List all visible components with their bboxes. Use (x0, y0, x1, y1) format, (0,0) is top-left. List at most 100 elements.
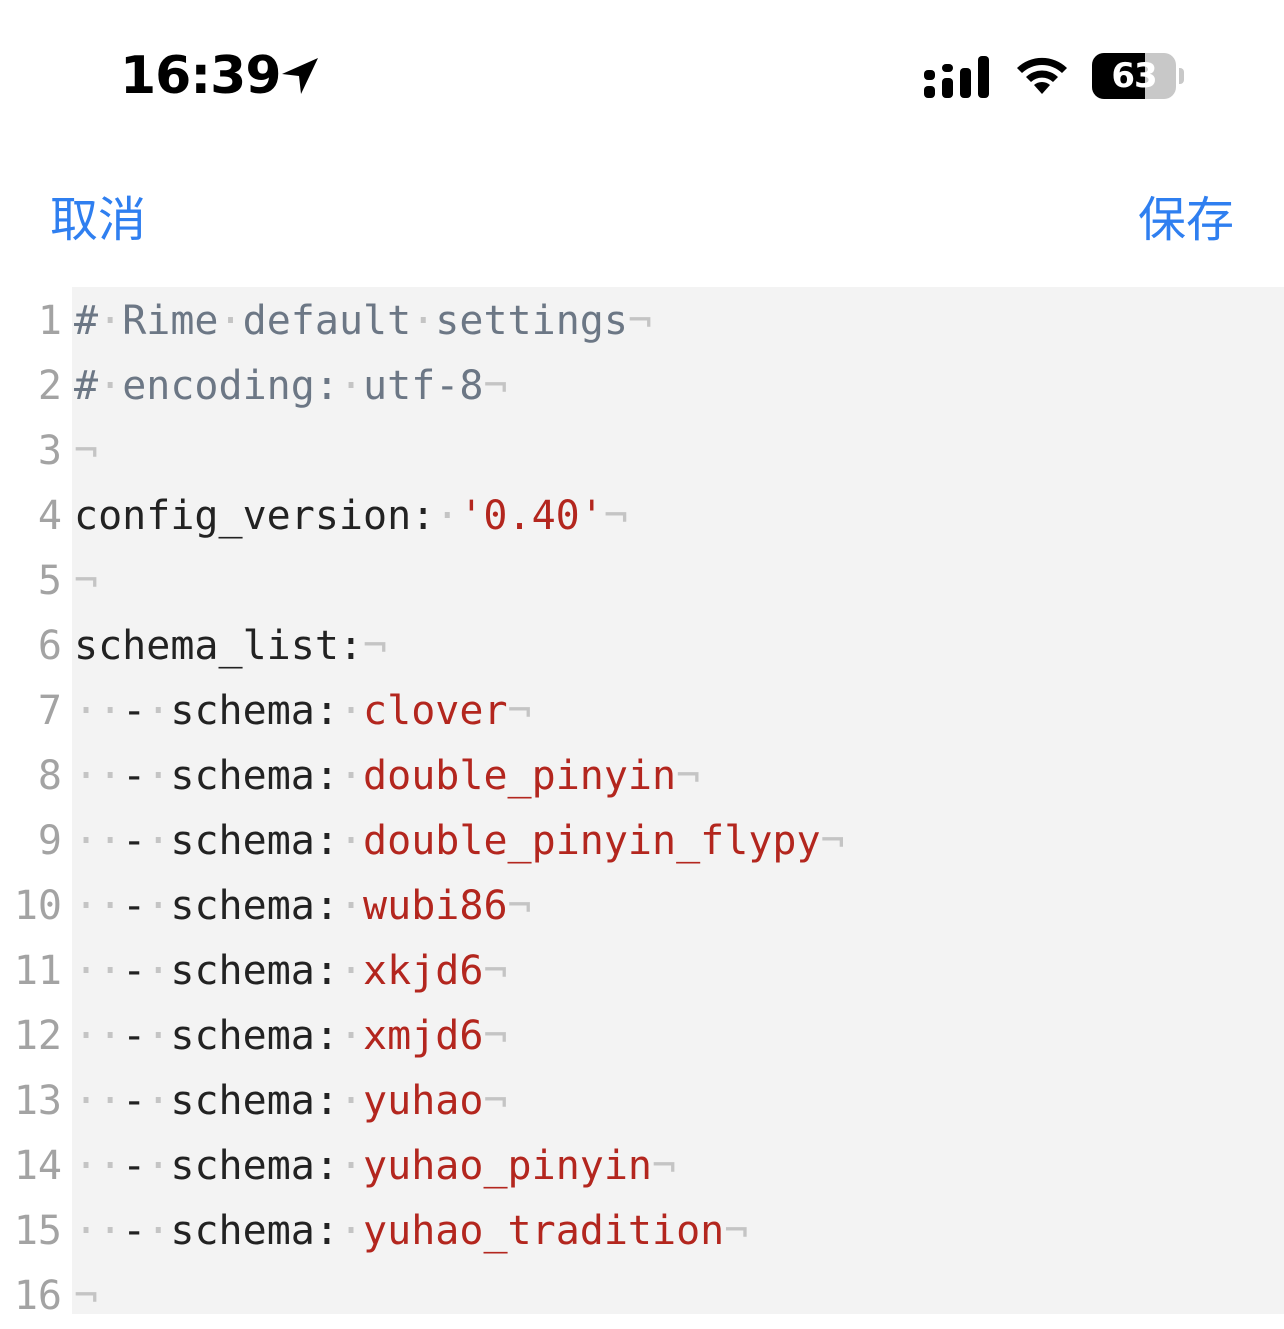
string-token: xmjd6 (363, 1013, 484, 1059)
comment-token: # (74, 298, 99, 344)
key-token: schema: (170, 818, 339, 864)
whitespace-marker: ·· (74, 818, 123, 864)
line-content[interactable]: ··-·schema:·clover¬ (74, 679, 532, 744)
line-content[interactable]: ··-·schema:·yuhao¬ (74, 1069, 508, 1134)
comment-token: settings (435, 298, 628, 344)
line-end-marker: ¬ (603, 493, 628, 539)
line-end-marker: ¬ (507, 883, 532, 929)
key-token: - (122, 1208, 147, 1254)
line-end-marker: ¬ (652, 1143, 677, 1189)
code-line[interactable]: 3 ¬ (0, 419, 1284, 484)
line-number: 14 (13, 1143, 62, 1189)
line-content[interactable]: #·Rime·default·settings¬ (74, 289, 652, 354)
line-number: 16 (13, 1273, 62, 1319)
line-end-marker: ¬ (627, 298, 653, 344)
code-line[interactable]: 13 ··-·schema:·yuhao¬ (0, 1069, 1284, 1134)
line-content[interactable]: ··-·schema:·double_pinyin¬ (74, 744, 700, 809)
whitespace-marker: ·· (74, 688, 123, 734)
whitespace-marker: · (146, 1208, 171, 1254)
whitespace-marker: · (146, 883, 171, 929)
line-content[interactable]: ··-·schema:·double_pinyin_flypy¬ (74, 809, 845, 874)
whitespace-marker: · (338, 753, 364, 799)
wifi-icon (1017, 57, 1067, 94)
line-number: 11 (13, 948, 62, 994)
code-line[interactable]: 6 schema_list:¬ (0, 614, 1284, 679)
cellular-signal-icon (924, 56, 989, 98)
whitespace-marker: · (146, 1143, 171, 1189)
string-token: wubi86 (363, 883, 508, 929)
string-token: clover (363, 688, 508, 734)
line-content[interactable]: ··-·schema:·yuhao_tradition¬ (74, 1199, 748, 1264)
code-line[interactable]: 1 #·Rime·default·settings¬ (0, 289, 1284, 354)
line-content[interactable]: #·encoding:·utf-8¬ (74, 354, 508, 419)
string-token: yuhao (363, 1078, 484, 1124)
code-line[interactable]: 8 ··-·schema:·double_pinyin¬ (0, 744, 1284, 809)
key-token: - (122, 753, 147, 799)
whitespace-marker: ·· (74, 1143, 123, 1189)
key-token: schema: (170, 883, 339, 929)
whitespace-marker: · (338, 818, 364, 864)
key-token: schema: (170, 1013, 339, 1059)
code-line[interactable]: 11 ··-·schema:·xkjd6¬ (0, 939, 1284, 1004)
key-token: - (122, 1143, 147, 1189)
whitespace-marker: · (338, 1078, 364, 1124)
line-number: 8 (37, 753, 62, 799)
whitespace-marker: · (98, 298, 123, 344)
key-token: - (122, 883, 147, 929)
code-line[interactable]: 5 ¬ (0, 549, 1284, 614)
whitespace-marker: ·· (74, 883, 123, 929)
line-end-marker: ¬ (483, 1013, 508, 1059)
line-end-marker: ¬ (483, 1078, 508, 1124)
line-content[interactable]: ··-·schema:·wubi86¬ (74, 874, 532, 939)
code-line[interactable]: 2 #·encoding:·utf-8¬ (0, 354, 1284, 419)
line-end-marker: ¬ (483, 363, 508, 409)
code-line[interactable]: 4 config_version:·'0.40'¬ (0, 484, 1284, 549)
code-editor[interactable]: 1 #·Rime·default·settings¬ 2 #·encoding:·ut… (0, 287, 1284, 1319)
line-number: 9 (37, 818, 62, 864)
key-token: schema: (170, 948, 339, 994)
line-content[interactable]: ¬ (74, 419, 98, 484)
code-line[interactable]: 12 ··-·schema:·xmjd6¬ (0, 1004, 1284, 1069)
whitespace-marker: · (146, 948, 171, 994)
string-token: yuhao_tradition (363, 1208, 725, 1254)
whitespace-marker: · (146, 688, 171, 734)
line-content[interactable]: ··-·schema:·xmjd6¬ (74, 1004, 508, 1069)
line-end-marker: ¬ (820, 818, 845, 864)
comment-token: # (74, 363, 99, 409)
comment-token: encoding: (122, 363, 339, 409)
whitespace-marker: · (146, 818, 171, 864)
line-end-marker: ¬ (74, 1273, 99, 1319)
line-content[interactable]: config_version:·'0.40'¬ (74, 484, 628, 549)
line-end-marker: ¬ (724, 1208, 749, 1254)
location-arrow-icon (282, 58, 318, 94)
key-token: schema: (170, 1078, 339, 1124)
code-line[interactable]: 16 ¬ (0, 1264, 1284, 1329)
line-content[interactable]: schema_list:¬ (74, 614, 387, 679)
battery-nub (1179, 68, 1184, 84)
cancel-button[interactable]: 取消 (50, 190, 146, 250)
key-token: - (122, 948, 147, 994)
code-line[interactable]: 9 ··-·schema:·double_pinyin_flypy¬ (0, 809, 1284, 874)
whitespace-marker: ·· (74, 948, 123, 994)
key-token: schema: (170, 688, 339, 734)
save-button[interactable]: 保存 (1138, 190, 1234, 250)
key-token: schema_list: (74, 623, 363, 669)
line-content[interactable]: ¬ (74, 549, 98, 614)
whitespace-marker: · (338, 1143, 364, 1189)
comment-token: Rime (122, 298, 219, 344)
line-content[interactable]: ¬ (74, 1264, 98, 1329)
key-token: - (122, 1078, 147, 1124)
code-line[interactable]: 15 ··-·schema:·yuhao_tradition¬ (0, 1199, 1284, 1264)
string-token: yuhao_pinyin (363, 1143, 653, 1189)
status-bar: 16:39 63 (0, 0, 1284, 150)
code-line[interactable]: 7 ··-·schema:·clover¬ (0, 679, 1284, 744)
line-number: 1 (37, 298, 62, 344)
code-line[interactable]: 10 ··-·schema:·wubi86¬ (0, 874, 1284, 939)
code-line[interactable]: 14 ··-·schema:·yuhao_pinyin¬ (0, 1134, 1284, 1199)
line-content[interactable]: ··-·schema:·yuhao_pinyin¬ (74, 1134, 676, 1199)
key-token: schema: (170, 753, 339, 799)
line-content[interactable]: ··-·schema:·xkjd6¬ (74, 939, 508, 1004)
string-token: double_pinyin (363, 753, 677, 799)
string-token: '0.40' (459, 493, 604, 539)
line-end-marker: ¬ (676, 753, 701, 799)
